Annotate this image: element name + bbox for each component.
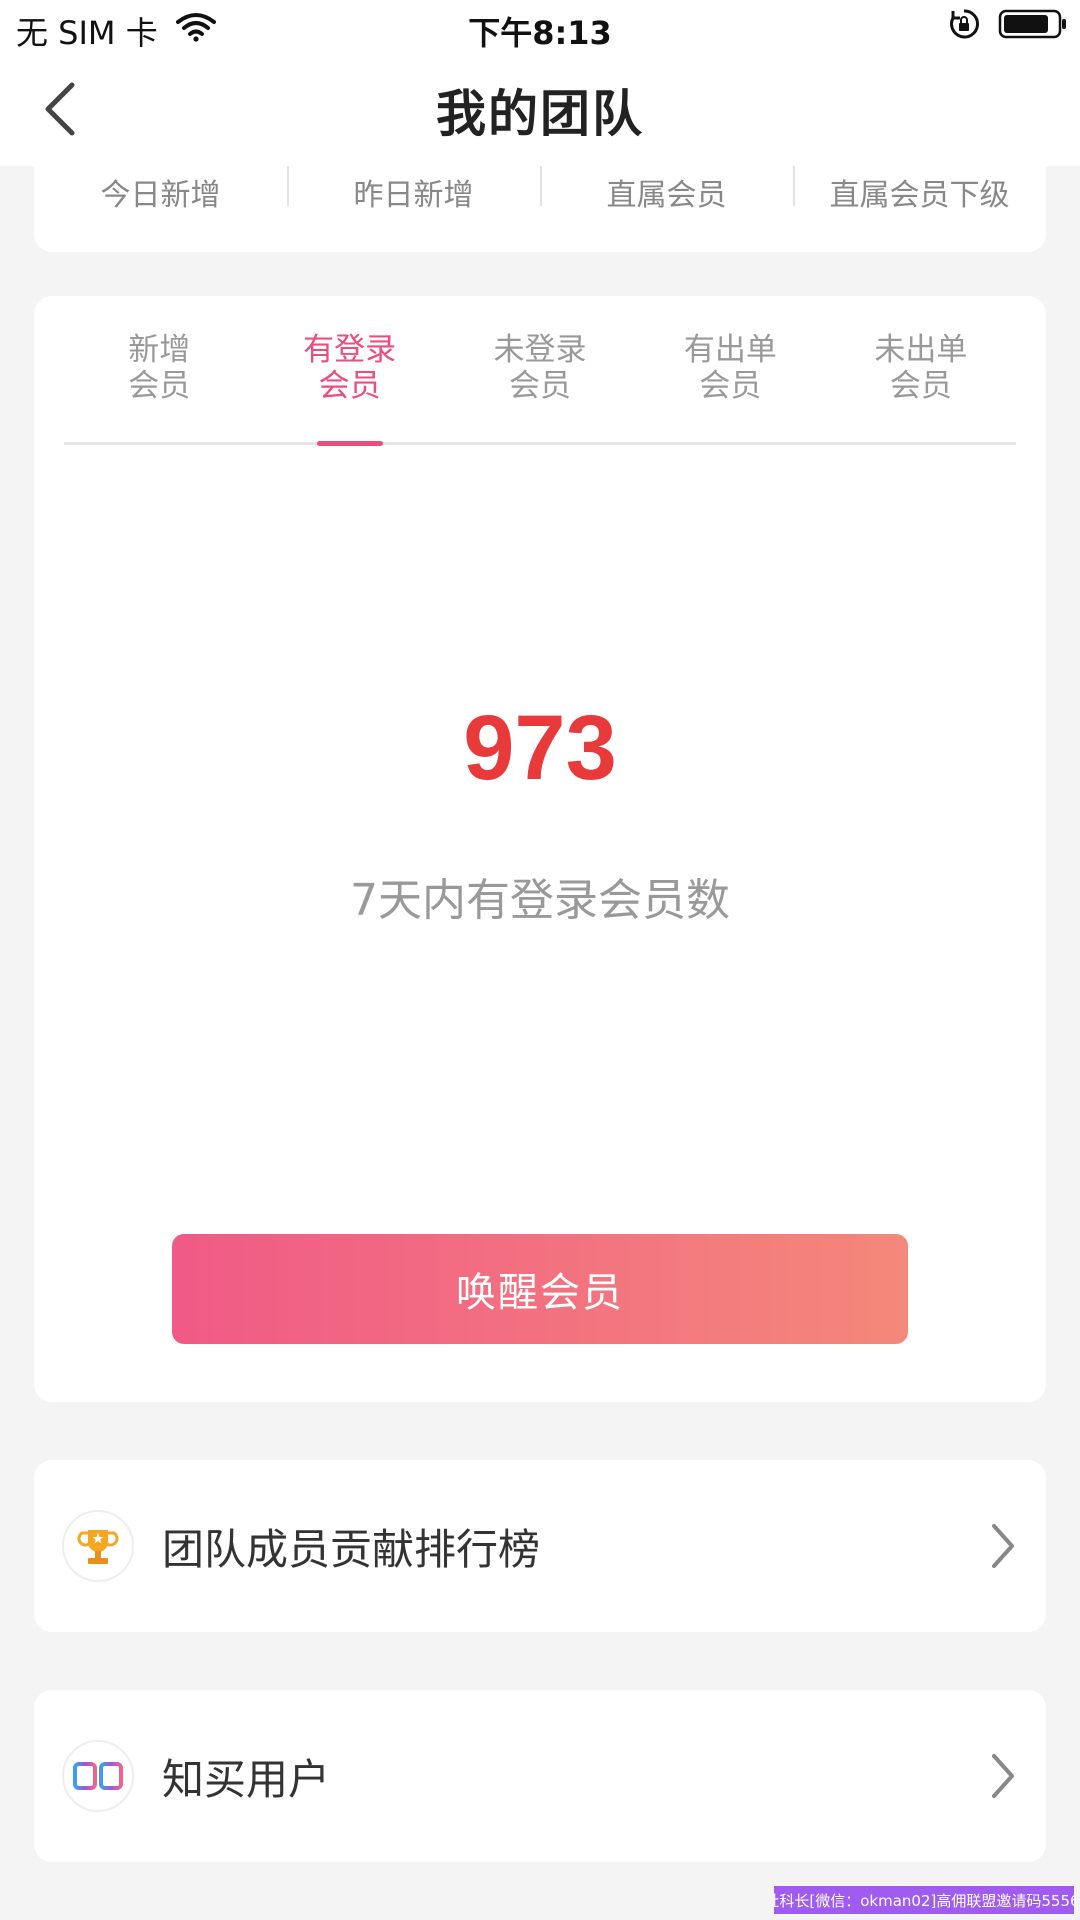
status-right	[948, 8, 1068, 48]
member-count-caption: 7天内有登录会员数	[350, 875, 730, 926]
tab-logged-in-members[interactable]: 有登录 会员	[254, 332, 444, 442]
tab-label-line2: 会员	[889, 368, 952, 404]
member-stats-card: 新增 会员 有登录 会员 未登录 会员 有出单 会员 未出单 会员 973 7天…	[34, 296, 1046, 1402]
list-item-label: 团队成员贡献排行榜	[162, 1524, 541, 1574]
status-bar: 无 SIM 卡 下午8:13	[0, 0, 1080, 54]
status-time: 下午8:13	[468, 14, 612, 52]
trophy-icon	[62, 1510, 134, 1582]
list-item-label: 知买用户	[162, 1754, 331, 1804]
chevron-left-icon	[45, 82, 75, 136]
stat-direct-members[interactable]: 直属会员	[540, 166, 793, 214]
tab-new-members[interactable]: 新增 会员	[64, 332, 254, 442]
tab-label-line2: 会员	[509, 368, 572, 404]
tab-label-line1: 未出单	[874, 332, 968, 368]
tab-label-line2: 会员	[128, 368, 191, 404]
tab-label-line1: 未登录	[493, 332, 587, 368]
tab-ordered-members[interactable]: 有出单 会员	[635, 332, 825, 442]
chevron-right-icon	[988, 1751, 1018, 1801]
list-item-contribution-ranking[interactable]: 团队成员贡献排行榜	[34, 1460, 1046, 1632]
tab-label-line1: 有登录	[303, 332, 397, 368]
tab-not-ordered-members[interactable]: 未出单 会员	[826, 332, 1016, 442]
wake-members-button[interactable]: 唤醒会员	[172, 1234, 908, 1344]
chevron-right-icon	[988, 1521, 1018, 1571]
zhimai-logo-icon	[62, 1740, 134, 1812]
tab-label-line2: 会员	[318, 368, 381, 404]
rotation-lock-icon	[948, 8, 980, 48]
member-tabs: 新增 会员 有登录 会员 未登录 会员 有出单 会员 未出单 会员	[64, 332, 1016, 445]
stats-card: 今日新增 昨日新增 直属会员 直属会员下级	[34, 166, 1046, 252]
tab-label-line1: 有出单	[683, 332, 777, 368]
stat-direct-subordinates[interactable]: 直属会员下级	[793, 166, 1046, 214]
navigation-header: 我的团队	[0, 54, 1080, 166]
list-item-zhimai-users[interactable]: 知买用户	[34, 1690, 1046, 1862]
tab-label-line1: 新增	[128, 332, 191, 368]
page-title: 我的团队	[436, 85, 644, 143]
tab-label-line2: 会员	[699, 368, 762, 404]
back-button[interactable]	[30, 74, 90, 144]
stat-yesterday-new[interactable]: 昨日新增	[287, 166, 540, 214]
member-count-value: 973	[463, 697, 617, 799]
watermark-banner: 寒社科长[微信：okman02]高佣联盟邀请码555666	[774, 1886, 1074, 1914]
battery-icon	[998, 8, 1068, 48]
stat-today-new[interactable]: 今日新增	[34, 166, 287, 214]
tab-not-logged-in-members[interactable]: 未登录 会员	[445, 332, 635, 442]
